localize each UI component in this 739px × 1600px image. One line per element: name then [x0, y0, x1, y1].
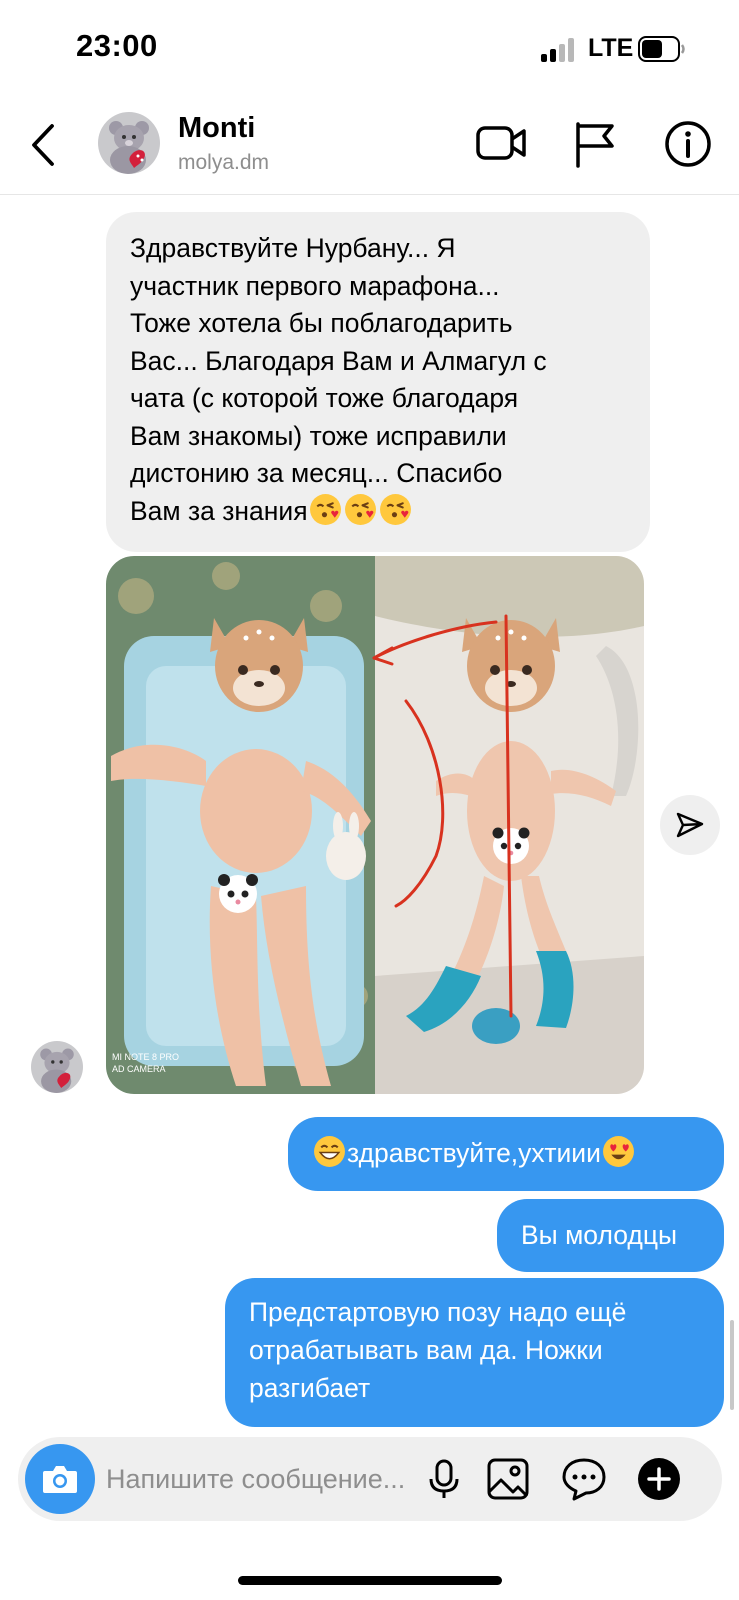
outgoing-message-bubble[interactable]: Предстартовую позу надо ещё отрабатывать…: [225, 1278, 724, 1427]
video-call-icon[interactable]: [474, 116, 530, 172]
plus-icon[interactable]: [635, 1455, 683, 1503]
send-paper-plane-icon: [676, 812, 704, 838]
contact-username[interactable]: molya.dm: [178, 151, 269, 175]
microphone-icon[interactable]: [420, 1455, 468, 1503]
gallery-icon[interactable]: [484, 1455, 532, 1503]
back-chevron-icon[interactable]: [26, 120, 66, 170]
share-button[interactable]: [660, 795, 720, 855]
message-line: Вас... Благодаря Вам и Алмагул с: [130, 345, 547, 376]
contact-name[interactable]: Monti: [178, 112, 255, 145]
camera-icon: [43, 1466, 77, 1493]
outgoing-message-bubble[interactable]: Вы молодцы: [497, 1199, 724, 1272]
contact-avatar[interactable]: [98, 112, 160, 174]
kiss-emoji-icon: [344, 493, 376, 525]
message-input[interactable]: [106, 1459, 436, 1499]
message-line: Вам знакомы) тоже исправили: [130, 420, 507, 451]
outgoing-message-bubble[interactable]: здравствуйте,ухтиии: [288, 1117, 724, 1191]
kiss-emoji-icon: [379, 493, 411, 525]
message-line: Предстартовую позу надо ещё: [249, 1297, 627, 1327]
message-line: отрабатывать вам да. Ножки: [249, 1335, 603, 1365]
signal-strength-icon: [541, 38, 575, 62]
status-bar: 23:00 LTE: [0, 0, 739, 100]
grinning-emoji-icon: [314, 1136, 345, 1167]
battery-icon: [638, 36, 685, 62]
incoming-photo[interactable]: MI NOTE 8 PRO AD CAMERA: [106, 556, 644, 1094]
message-line-last: Вам за знания: [130, 493, 626, 531]
photo-watermark: AD CAMERA: [112, 1064, 166, 1074]
camera-button[interactable]: [25, 1444, 95, 1514]
outgoing-message-text: здравствуйте,ухтиии: [347, 1138, 601, 1168]
message-composer: [18, 1437, 722, 1521]
scrollbar[interactable]: [730, 1320, 734, 1410]
status-time: 23:00: [76, 28, 158, 63]
message-line: чата (с которой тоже благодаря: [130, 383, 519, 413]
heart-eyes-emoji-icon: [602, 1136, 634, 1167]
home-indicator[interactable]: [238, 1576, 502, 1585]
sender-avatar[interactable]: [31, 1041, 83, 1093]
incoming-message-bubble[interactable]: Здравствуйте Нурбану... Я участник перво…: [106, 212, 650, 552]
message-line: дистонию за месяц... Спасибо: [130, 458, 503, 488]
report-flag-icon[interactable]: [568, 116, 624, 172]
message-line: разгибает: [249, 1373, 371, 1403]
kiss-emoji-icon: [309, 493, 341, 525]
photo-watermark: MI NOTE 8 PRO: [112, 1052, 179, 1062]
outgoing-message-text: Вы молодцы: [521, 1220, 678, 1250]
message-line: участник первого марафона...: [130, 270, 500, 301]
message-line: Здравствуйте Нурбану... Я: [130, 233, 456, 263]
sticker-icon[interactable]: [560, 1455, 608, 1503]
chat-header: Monti molya.dm: [0, 100, 739, 195]
message-line: Тоже хотела бы поблагодарить: [130, 308, 513, 338]
network-type: LTE: [588, 34, 634, 62]
info-icon[interactable]: [660, 116, 716, 172]
